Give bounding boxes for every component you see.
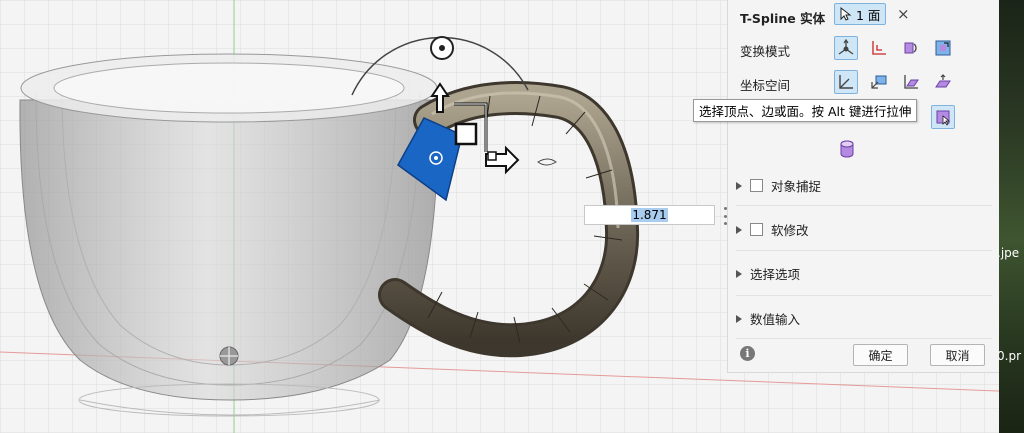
translate-icon — [872, 41, 886, 55]
cup-model[interactable] — [19, 53, 439, 417]
section-soft-modify[interactable]: 软修改 — [736, 220, 809, 239]
selection-count-button[interactable]: 1 面 — [834, 3, 886, 25]
view-space-button[interactable] — [867, 70, 891, 94]
coord-space-label: 坐标空间 — [740, 78, 791, 93]
rotate-button[interactable] — [899, 36, 923, 60]
scale-button[interactable] — [931, 36, 955, 60]
desktop-background: .jpe 0.pr — [999, 0, 1024, 433]
expand-icon — [736, 225, 742, 234]
expand-icon — [736, 269, 742, 278]
section-selection-options[interactable]: 选择选项 — [736, 264, 800, 283]
close-icon[interactable]: × — [897, 5, 910, 23]
tooltip: 选择顶点、边或面。按 Alt 键进行拉伸 — [693, 99, 918, 122]
multi-transform-icon — [838, 39, 854, 55]
info-icon[interactable]: i — [740, 346, 755, 361]
panel-title: T-Spline 实体 — [740, 11, 826, 26]
section-object-snap[interactable]: 对象捕捉 — [736, 176, 821, 195]
selection-filter-icon — [936, 110, 951, 126]
parallel-space-icon — [935, 74, 951, 88]
expand-icon — [736, 181, 742, 190]
object-snap-checkbox[interactable] — [750, 179, 763, 192]
distance-value-input[interactable]: 1.871 — [584, 205, 715, 225]
world-space-icon — [839, 75, 853, 89]
selection-filter-button[interactable] — [931, 105, 955, 129]
soft-modify-checkbox[interactable] — [750, 223, 763, 236]
ok-button[interactable]: 确定 — [853, 344, 908, 366]
expand-icon — [736, 314, 742, 323]
cursor-icon — [840, 7, 852, 21]
cancel-button[interactable]: 取消 — [930, 344, 985, 366]
section-numeric-input[interactable]: 数值输入 — [736, 309, 800, 328]
desktop-file-label[interactable]: 0.pr — [999, 349, 1021, 363]
transform-mode-label: 变换模式 — [740, 44, 791, 59]
scale-icon — [935, 40, 951, 56]
rotate-icon — [904, 42, 917, 54]
local-space-button[interactable] — [899, 70, 923, 94]
local-space-icon — [904, 75, 919, 89]
desktop-file-label[interactable]: .jpe — [999, 246, 1019, 260]
view-space-icon — [871, 75, 887, 89]
multi-transform-button[interactable] — [834, 36, 858, 60]
parallel-space-button[interactable] — [931, 70, 955, 94]
translate-button[interactable] — [867, 36, 891, 60]
edit-form-panel: T-Spline 实体 变换模式 坐标空间 对象捕捉 软修改 选择选项 数值输入… — [727, 0, 1000, 373]
cylinder-icon[interactable] — [838, 139, 856, 159]
world-space-button[interactable] — [834, 70, 858, 94]
